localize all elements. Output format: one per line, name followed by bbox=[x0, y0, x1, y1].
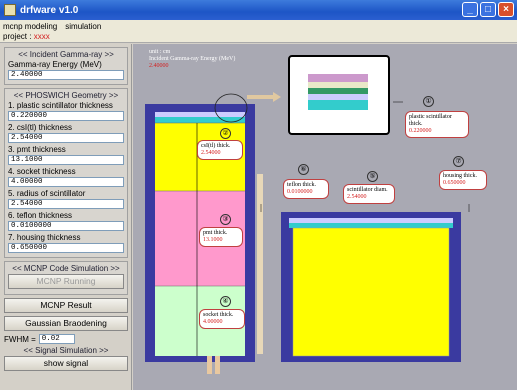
incident-title: << Incident Gamma-ray >> bbox=[18, 50, 114, 59]
fwhm-field[interactable]: 0.02 bbox=[38, 334, 75, 344]
window-title: drfware v1.0 bbox=[20, 4, 79, 16]
signal-title: << Signal Simulation >> bbox=[23, 346, 109, 355]
zoom-box bbox=[288, 55, 403, 135]
csi-callout-value: 2.54000 bbox=[201, 150, 221, 156]
mcnp-title: << MCNP Code Simulation >> bbox=[12, 264, 120, 273]
menu-mcnp-modeling[interactable]: mcnp modeling bbox=[3, 22, 57, 31]
side-bar bbox=[257, 174, 263, 354]
app-icon bbox=[4, 4, 16, 16]
marker-teflon: ⑥ bbox=[298, 164, 309, 175]
incident-group: << Incident Gamma-ray >> Gamma-ray Energ… bbox=[4, 47, 128, 85]
housing-thickness-label: 7. housing thickness bbox=[8, 233, 81, 242]
control-panel: << Incident Gamma-ray >> Gamma-ray Energ… bbox=[0, 44, 132, 390]
socket-callout-value: 4.00000 bbox=[203, 319, 223, 325]
project-bar: project : xxxx bbox=[0, 32, 517, 43]
geometry-group: << PHOSWICH Geometry >> 1. plastic scint… bbox=[4, 88, 128, 258]
project-label: project : bbox=[3, 32, 32, 41]
teflon-callout-label: teflon thick. bbox=[287, 182, 316, 188]
energy-field[interactable]: 2.40000 bbox=[8, 70, 124, 80]
menu-bar: mcnp modeling simulation bbox=[0, 20, 517, 32]
title-bar: drfware v1.0 _ □ × bbox=[0, 0, 517, 20]
socket-thickness-field[interactable]: 4.00000 bbox=[8, 177, 124, 187]
csi-thickness-field[interactable]: 2.54000 bbox=[8, 133, 124, 143]
mcnp-result-button[interactable]: MCNP Result bbox=[4, 298, 128, 313]
housing-thickness-field[interactable]: 0.650000 bbox=[8, 243, 124, 253]
mcnp-running-button[interactable]: MCNP Running bbox=[8, 274, 124, 289]
socket-callout-label: socket thick. bbox=[203, 312, 234, 318]
pmt-callout-value: 13.1000 bbox=[203, 237, 223, 243]
scintillator-radius-field[interactable]: 2.54000 bbox=[8, 199, 124, 209]
window-controls: _ □ × bbox=[462, 2, 514, 17]
show-signal-button[interactable]: show signal bbox=[4, 356, 128, 371]
pmt-callout-label: pmt thick. bbox=[203, 230, 228, 236]
pmt-callout: pmt thick. 13.1000 bbox=[199, 227, 243, 247]
mcnp-group: << MCNP Code Simulation >> MCNP Running bbox=[4, 261, 128, 295]
socket-thickness-label: 4. socket thickness bbox=[8, 167, 76, 176]
plastic-thickness-label: 1. plastic scintillator thickness bbox=[8, 101, 113, 110]
csi-thickness-label: 2. csI(tl) thickness bbox=[8, 123, 73, 132]
detector-drawing bbox=[145, 55, 470, 374]
marker-diam: ⑤ bbox=[367, 171, 378, 182]
diam-callout-label: scintillator diam. bbox=[347, 187, 388, 193]
detector-cross-section bbox=[260, 204, 470, 362]
gaussian-broadening-button[interactable]: Gaussian Braodening bbox=[4, 316, 128, 331]
marker-plastic: ① bbox=[423, 96, 434, 107]
plastic-callout: plastic scintillator thick. 0.220000 bbox=[405, 111, 469, 138]
housing-callout-value: 0.650000 bbox=[443, 180, 466, 186]
pmt-thickness-label: 3. pmt thickness bbox=[8, 145, 66, 154]
cs-crystal bbox=[292, 227, 450, 357]
teflon-callout: teflon thick. 0.0100000 bbox=[283, 179, 329, 199]
csi-callout-label: csI(tl) thick. bbox=[201, 143, 231, 149]
fwhm-label: FWHM = bbox=[4, 334, 36, 344]
marker-pmt: ③ bbox=[220, 214, 231, 225]
teflon-thickness-field[interactable]: 0.0100000 bbox=[8, 221, 124, 231]
housing-callout-label: housing thick. bbox=[443, 173, 477, 179]
pin-2 bbox=[215, 356, 220, 374]
close-icon[interactable]: × bbox=[498, 2, 514, 17]
diam-callout: scintillator diam. 2.54000 bbox=[343, 184, 395, 204]
plastic-thickness-field[interactable]: 0.220000 bbox=[8, 111, 124, 121]
geometry-canvas: unit : cm Incident Gamma-ray Energy (MeV… bbox=[133, 44, 517, 390]
menu-simulation[interactable]: simulation bbox=[65, 22, 101, 31]
minimize-icon[interactable]: _ bbox=[462, 2, 478, 17]
teflon-thickness-label: 6. teflon thickness bbox=[8, 211, 73, 220]
socket-callout: socket thick. 4.00000 bbox=[199, 309, 245, 329]
maximize-icon[interactable]: □ bbox=[480, 2, 496, 17]
energy-label: Gamma-ray Energy (MeV) bbox=[8, 60, 102, 69]
pin-1 bbox=[207, 356, 212, 374]
plastic-callout-label: plastic scintillator thick. bbox=[409, 114, 452, 127]
pmt-thickness-field[interactable]: 13.1000 bbox=[8, 155, 124, 165]
marker-csi: ② bbox=[220, 128, 231, 139]
housing-callout: housing thick. 0.650000 bbox=[439, 170, 487, 190]
plastic-callout-value: 0.220000 bbox=[409, 128, 432, 134]
marker-socket: ④ bbox=[220, 296, 231, 307]
fwhm-row: FWHM = 0.02 bbox=[4, 334, 128, 344]
diam-callout-value: 2.54000 bbox=[347, 194, 367, 200]
teflon-top bbox=[155, 112, 245, 117]
teflon-callout-value: 0.0100000 bbox=[287, 189, 313, 195]
project-value: xxxx bbox=[33, 32, 50, 41]
scintillator-radius-label: 5. radius of scintillator bbox=[8, 189, 86, 198]
csi-callout: csI(tl) thick. 2.54000 bbox=[197, 140, 243, 160]
geometry-title: << PHOSWICH Geometry >> bbox=[13, 91, 119, 100]
zoom-arrow bbox=[247, 92, 281, 102]
marker-housing: ⑦ bbox=[453, 156, 464, 167]
